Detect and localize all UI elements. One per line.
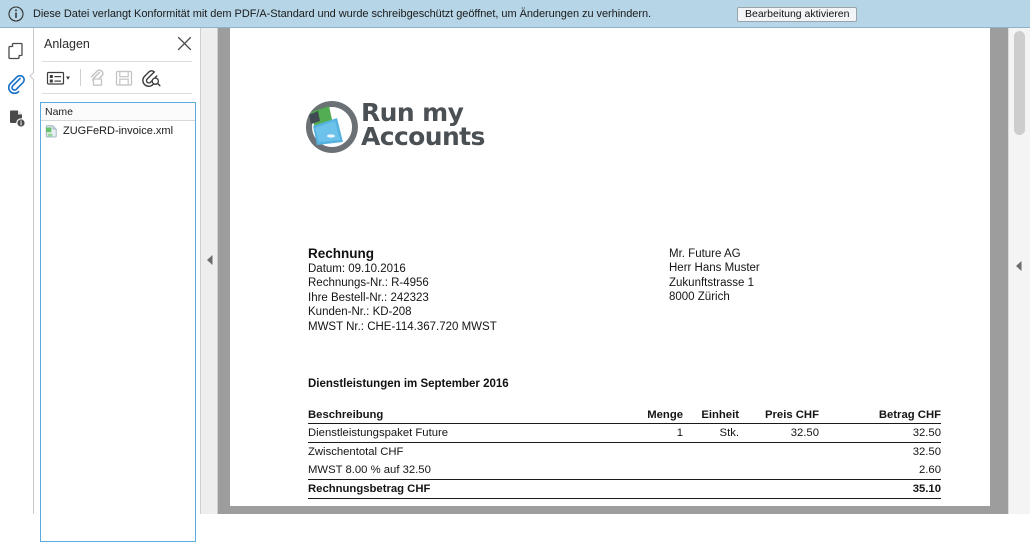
recipient-city: 8000 Zürich bbox=[669, 291, 730, 304]
toolbar-separator bbox=[80, 69, 81, 86]
header-description: Beschreibung bbox=[308, 406, 627, 424]
item-unit: Stk. bbox=[683, 423, 739, 443]
page-thumbnails-icon[interactable] bbox=[7, 41, 27, 61]
tax-label: MWST 8.00 % auf 32.50 bbox=[308, 461, 627, 480]
close-icon[interactable] bbox=[177, 36, 192, 51]
attachments-panel: Anlagen Name ZUGFeRD-invoice.xml bbox=[34, 28, 200, 542]
company-logo: Run my Accounts bbox=[303, 96, 485, 160]
invoice-meta-block: Rechnung Datum: 09.10.2016 Rechnungs-Nr.… bbox=[308, 246, 608, 334]
panel-splitter[interactable] bbox=[200, 28, 218, 514]
document-info-icon[interactable] bbox=[7, 108, 27, 128]
recipient-street: Zukunftstrasse 1 bbox=[669, 276, 755, 289]
notification-message: Diese Datei verlangt Konformität mit dem… bbox=[33, 7, 652, 20]
customer-number: Kunden-Nr.: KD-208 bbox=[308, 306, 412, 319]
panel-toolbar-divider bbox=[42, 93, 192, 94]
save-attachment-button[interactable] bbox=[113, 68, 135, 88]
vertical-scrollbar[interactable] bbox=[1008, 28, 1030, 514]
vat-number: MWST Nr.: CHE-114.367.720 MWST bbox=[308, 320, 497, 333]
attachments-list-header: Name bbox=[41, 103, 195, 121]
run-my-accounts-swoosh-icon bbox=[305, 101, 358, 153]
total-amount: 35.10 bbox=[819, 479, 941, 499]
header-price: Preis CHF bbox=[739, 406, 819, 424]
total-label: Rechnungsbetrag CHF bbox=[308, 479, 627, 499]
invoice-items-table: Beschreibung Menge Einheit Preis CHF Bet… bbox=[308, 406, 941, 499]
table-row: Dienstleistungspaket Future 1 Stk. 32.50… bbox=[308, 423, 941, 443]
xml-file-icon bbox=[45, 124, 57, 137]
options-menu-button[interactable] bbox=[46, 68, 72, 88]
vertical-scrollbar-thumb[interactable] bbox=[1014, 31, 1025, 135]
logo-wordmark: Run my Accounts bbox=[361, 100, 485, 151]
panel-header: Anlagen bbox=[34, 28, 200, 61]
recipient-company: Mr. Future AG bbox=[669, 248, 741, 260]
triangle-left-icon[interactable] bbox=[1014, 260, 1024, 272]
item-quantity: 1 bbox=[627, 423, 683, 443]
search-attachments-button[interactable] bbox=[140, 68, 162, 88]
table-header-row: Beschreibung Menge Einheit Preis CHF Bet… bbox=[308, 406, 941, 424]
logo-line-2: Accounts bbox=[361, 122, 485, 151]
pdf-reader-window: Diese Datei verlangt Konformität mit dem… bbox=[0, 0, 1030, 542]
column-header-name: Name bbox=[45, 105, 74, 118]
recipient-person: Herr Hans Muster bbox=[669, 262, 760, 275]
navigation-icon-rail bbox=[0, 28, 33, 514]
panel-title: Anlagen bbox=[44, 37, 90, 51]
invoice-number: Rechnungs-Nr.: R-4956 bbox=[308, 277, 429, 290]
subtotal-amount: 32.50 bbox=[912, 446, 941, 458]
info-icon bbox=[8, 5, 24, 22]
table-row: Zwischentotal CHF 32.50 bbox=[308, 443, 941, 462]
subtotal-label: Zwischentotal CHF bbox=[308, 446, 404, 458]
order-number: Ihre Bestell-Nr.: 242323 bbox=[308, 291, 429, 304]
attach-file-button[interactable] bbox=[86, 68, 108, 88]
item-description: Dienstleistungspaket Future bbox=[308, 423, 627, 443]
pdf-page: Run my Accounts Rechnung Datum: 09.10.20… bbox=[230, 28, 990, 506]
services-section-title: Dienstleistungen im September 2016 bbox=[308, 378, 509, 390]
attachments-icon[interactable] bbox=[7, 75, 27, 95]
panel-toolbar bbox=[34, 62, 200, 93]
list-item[interactable]: ZUGFeRD-invoice.xml bbox=[41, 121, 195, 140]
document-viewer: Run my Accounts Rechnung Datum: 09.10.20… bbox=[218, 28, 1008, 514]
header-unit: Einheit bbox=[683, 406, 739, 424]
table-row: MWST 8.00 % auf 32.50 2.60 bbox=[308, 461, 941, 480]
pdfa-notification-bar: Diese Datei verlangt Konformität mit dem… bbox=[0, 0, 1030, 28]
recipient-address-block: Mr. Future AG Herr Hans Muster Zukunftst… bbox=[669, 247, 760, 305]
invoice-heading: Rechnung bbox=[308, 246, 374, 261]
attachments-list[interactable]: Name ZUGFeRD-invoice.xml bbox=[40, 102, 196, 542]
enable-editing-button[interactable]: Bearbeitung aktivieren bbox=[737, 7, 858, 22]
list-item-label: ZUGFeRD-invoice.xml bbox=[63, 124, 174, 137]
header-amount: Betrag CHF bbox=[819, 406, 941, 424]
item-amount: 32.50 bbox=[819, 423, 941, 443]
table-row-total: Rechnungsbetrag CHF 35.10 bbox=[308, 479, 941, 499]
tax-amount: 2.60 bbox=[819, 461, 941, 480]
header-quantity: Menge bbox=[627, 406, 683, 424]
invoice-date: Datum: 09.10.2016 bbox=[308, 263, 406, 275]
triangle-left-icon[interactable] bbox=[205, 254, 215, 266]
item-price: 32.50 bbox=[739, 423, 819, 443]
